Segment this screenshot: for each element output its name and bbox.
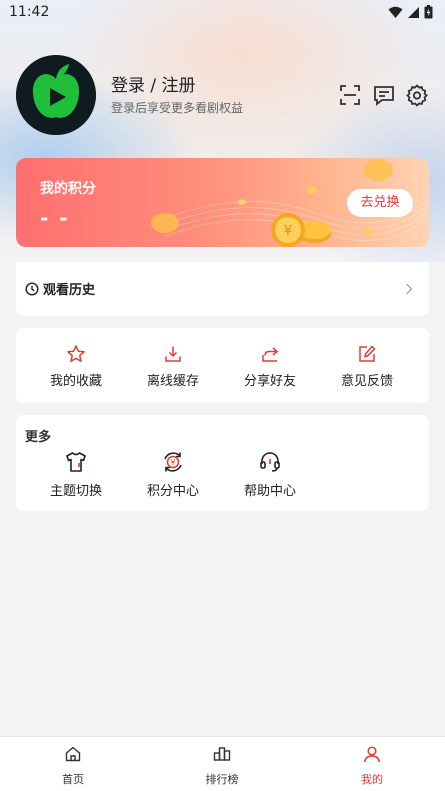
battery-icon — [424, 5, 433, 19]
points-center-icon: ¥ — [164, 452, 182, 472]
chevron-right-icon — [406, 283, 413, 295]
theme-switch-label: 主题切换 — [49, 484, 102, 499]
nav-home[interactable]: 首页 — [33, 745, 113, 787]
redeem-button[interactable]: 去兑换 — [347, 189, 413, 217]
status-icons — [388, 5, 433, 19]
favorites-button[interactable]: 我的收藏 — [28, 344, 124, 389]
points-value: - - — [40, 206, 70, 230]
download-icon — [165, 346, 181, 362]
login-subtitle: 登录后享受更多看剧权益 — [111, 101, 244, 115]
login-register-link[interactable]: 登录 / 注册 — [111, 71, 196, 96]
bottom-nav: 首页 排行榜 我的 — [0, 736, 445, 791]
points-title: 我的积分 — [40, 181, 96, 197]
headset-icon — [260, 452, 280, 472]
offline-cache-label: 离线缓存 — [146, 374, 199, 389]
signal-icon — [408, 6, 419, 18]
svg-text:¥: ¥ — [284, 223, 293, 239]
theme-shirt-icon — [66, 452, 86, 472]
feedback-button[interactable]: 意见反馈 — [319, 344, 415, 389]
profile-icon — [364, 746, 380, 763]
points-center-label: 积分中心 — [146, 484, 199, 499]
favorites-label: 我的收藏 — [49, 374, 102, 389]
nav-home-label: 首页 — [62, 773, 84, 786]
theme-switch-button[interactable]: 主题切换 — [28, 450, 124, 499]
home-icon — [65, 746, 81, 762]
feedback-icon — [359, 345, 376, 362]
avatar[interactable] — [16, 55, 96, 135]
nav-profile[interactable]: 我的 — [332, 745, 412, 787]
points-center-button[interactable]: ¥ 积分中心 — [125, 450, 221, 499]
clock-icon — [25, 282, 39, 296]
scan-icon[interactable] — [338, 83, 362, 107]
star-icon — [67, 345, 85, 362]
svg-text:¥: ¥ — [170, 458, 175, 467]
wifi-icon — [388, 6, 403, 18]
offline-cache-button[interactable]: 离线缓存 — [125, 344, 221, 389]
quick-actions-panel: 我的收藏 离线缓存 分享好友 意见反馈 — [16, 328, 429, 403]
points-card[interactable]: ¥ 我的积分 - - 去兑换 — [16, 158, 429, 247]
app-logo-icon — [16, 55, 96, 135]
nav-ranking[interactable]: 排行榜 — [182, 745, 262, 787]
status-bar: 11:42 — [0, 0, 445, 26]
ranking-icon — [213, 747, 231, 761]
status-time: 11:42 — [9, 4, 50, 20]
message-icon[interactable] — [372, 83, 396, 107]
nav-profile-label: 我的 — [361, 773, 383, 786]
share-friends-label: 分享好友 — [243, 374, 296, 389]
watch-history-label: 观看历史 — [43, 283, 96, 298]
more-title: 更多 — [25, 430, 52, 445]
watch-history-row[interactable]: 观看历史 — [16, 262, 429, 316]
settings-icon[interactable] — [405, 83, 429, 107]
more-panel: 更多 主题切换 ¥ 积分中心 帮助中心 — [16, 415, 429, 511]
help-center-label: 帮助中心 — [243, 484, 296, 499]
help-center-button[interactable]: 帮助中心 — [222, 450, 318, 499]
feedback-label: 意见反馈 — [340, 374, 393, 389]
share-friends-button[interactable]: 分享好友 — [222, 344, 318, 389]
share-icon — [262, 347, 279, 362]
nav-ranking-label: 排行榜 — [205, 773, 239, 786]
